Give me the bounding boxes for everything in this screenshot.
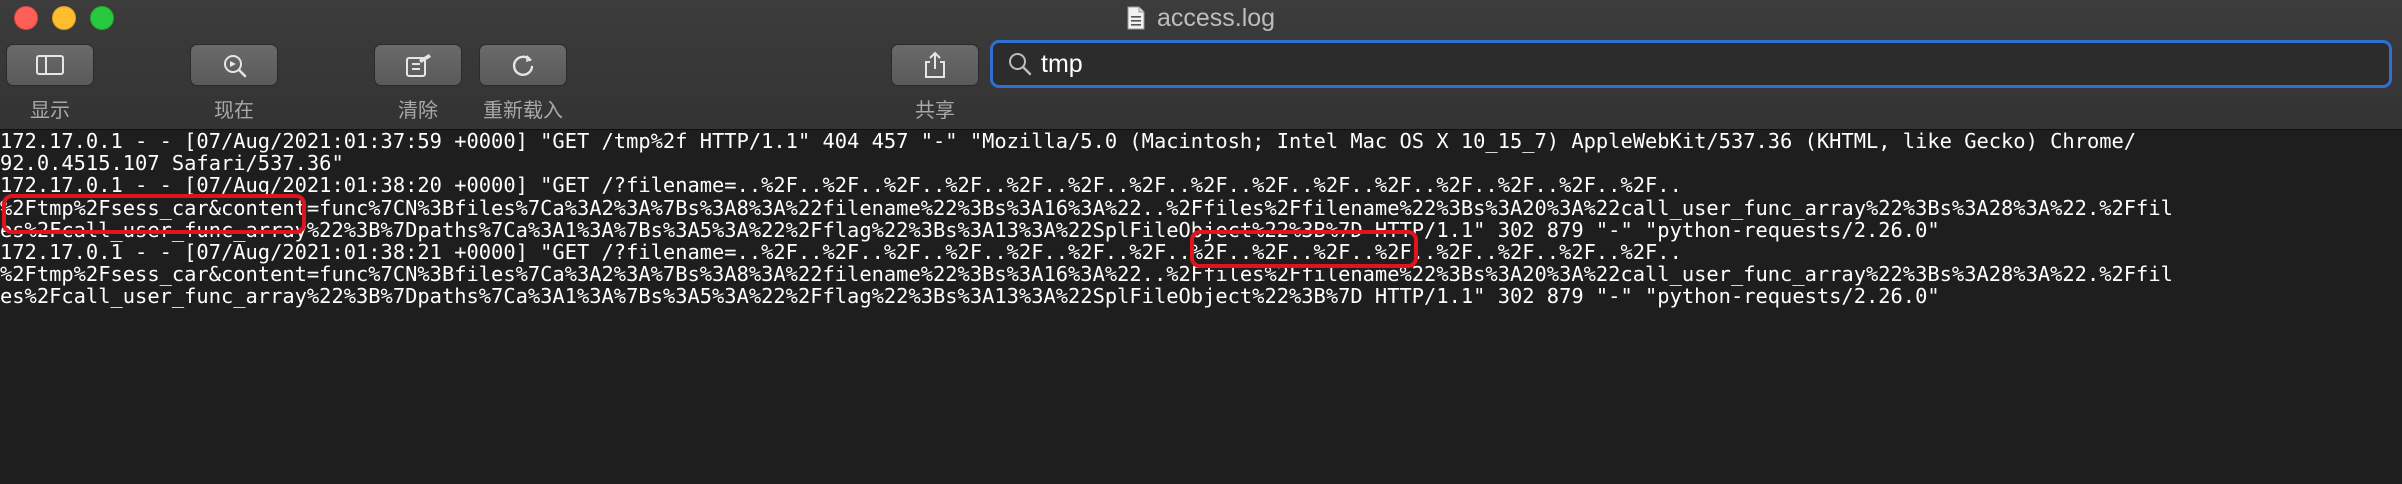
clear-label: 清除: [398, 100, 438, 122]
share-icon: [925, 51, 945, 78]
toolbar-now-group: 现在: [190, 44, 278, 123]
now-button[interactable]: [190, 44, 278, 86]
show-sidebar-button[interactable]: [6, 44, 94, 86]
document-icon: [1127, 6, 1145, 30]
log-line: 92.0.4515.107 Safari/537.36": [0, 151, 344, 176]
share-label: 共享: [915, 100, 955, 122]
log-view[interactable]: 172.17.0.1 - - [07/Aug/2021:01:37:59 +00…: [0, 130, 2402, 484]
reload-label: 重新载入: [483, 100, 563, 122]
console-window: access.log 显示 现在 清除 重新载入 共享 tmp 172.17.0…: [0, 0, 2402, 484]
now-label: 现在: [214, 100, 254, 122]
log-line: 172.17.0.1 - - [07/Aug/2021:01:37:59 +00…: [0, 130, 2137, 153]
toolbar-share-group: 共享: [891, 44, 979, 123]
reload-button[interactable]: [479, 44, 567, 86]
highlight-box-sess-car: [2, 194, 306, 234]
search-field[interactable]: [990, 40, 2392, 88]
search-input[interactable]: [1041, 49, 2241, 79]
clear-icon: [406, 54, 431, 77]
window-title: access.log: [1156, 3, 1276, 32]
sidebar-icon: [36, 55, 64, 75]
search-icon: [1007, 51, 1033, 77]
highlight-box-splfileobject: [1190, 230, 1418, 268]
toolbar-reload-group: 重新载入: [479, 44, 567, 123]
reload-icon: [512, 55, 534, 76]
titlebar: access.log 显示 现在 清除 重新载入 共享 tmp: [0, 0, 2402, 130]
share-button[interactable]: [891, 44, 979, 86]
log-line: 172.17.0.1 - - [07/Aug/2021:01:38:20 +00…: [0, 173, 1682, 198]
toolbar-show-group: 显示: [6, 44, 94, 123]
window-title-area: access.log: [0, 0, 2402, 36]
log-line: %2Ftmp%2Fsess_car&content=func%7CN%3Bfil…: [0, 195, 2173, 220]
log-line: es%2Fcall_user_func_array%22%3B%7Dpaths%…: [0, 284, 1940, 309]
clear-button[interactable]: [374, 44, 462, 86]
now-icon: [224, 55, 247, 78]
show-sidebar-label: 显示: [30, 100, 70, 122]
toolbar-clear-group: 清除: [374, 44, 462, 123]
